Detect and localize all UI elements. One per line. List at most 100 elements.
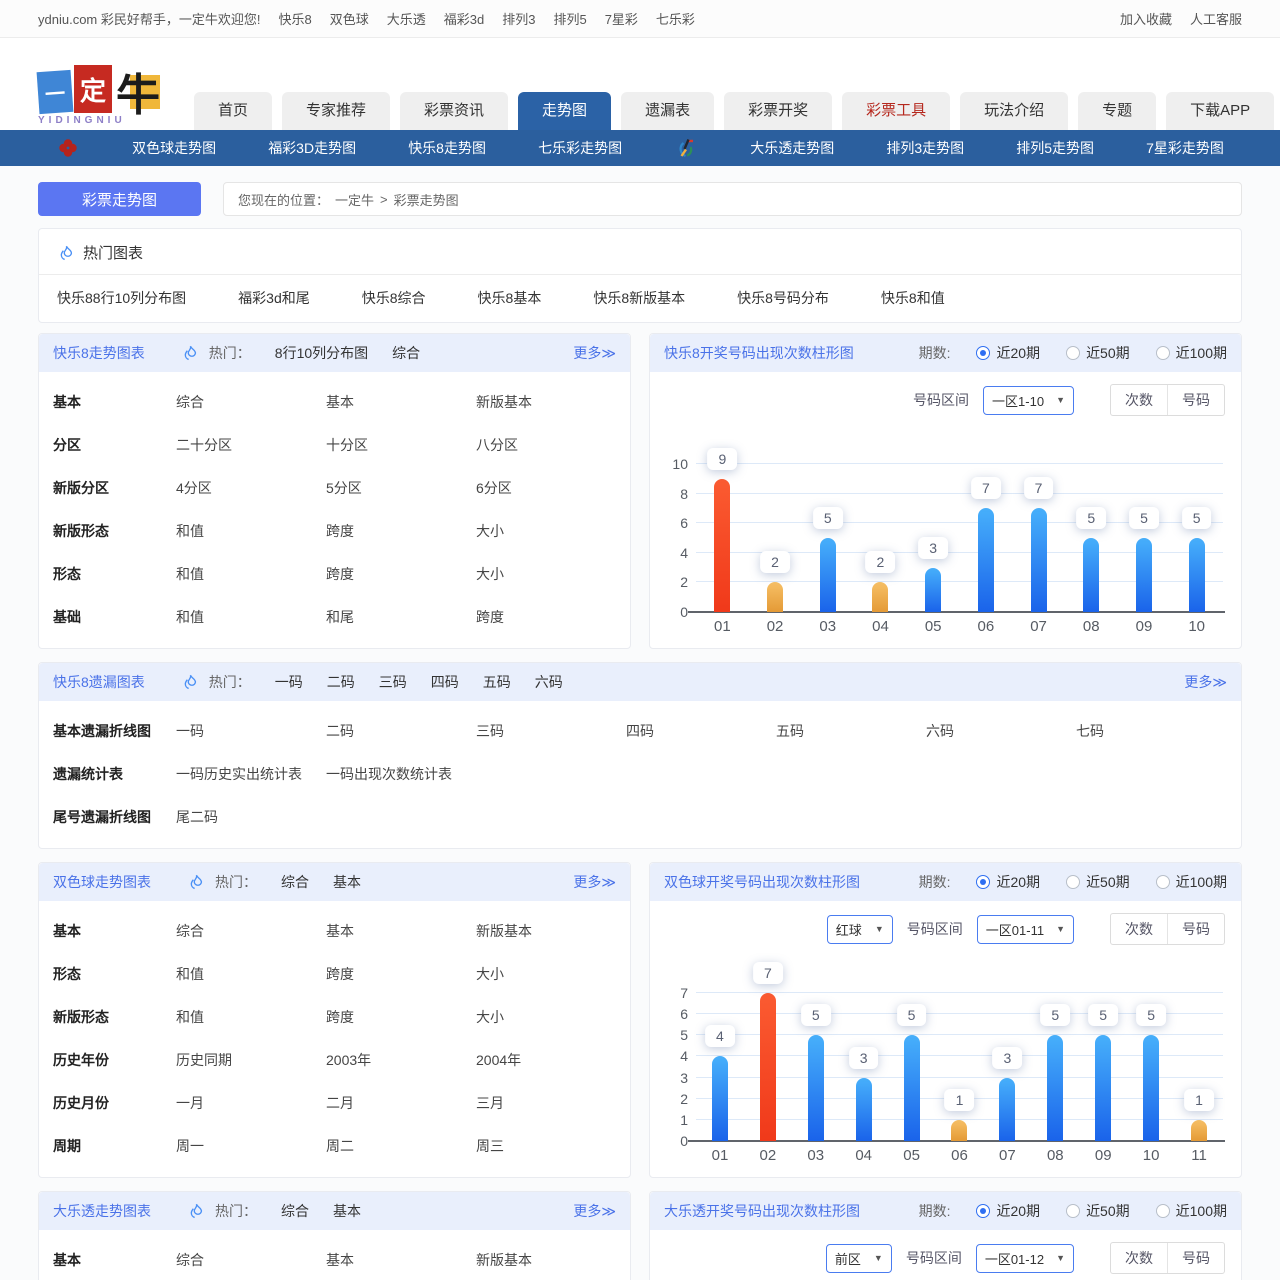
- row-link[interactable]: 五码: [776, 721, 926, 741]
- top-lottery-link[interactable]: 福彩3d: [444, 9, 484, 28]
- breadcrumb-current-link[interactable]: 彩票走势图: [394, 190, 459, 209]
- tab-彩票资讯[interactable]: 彩票资讯: [400, 92, 508, 130]
- row-link[interactable]: 5分区: [326, 478, 476, 498]
- row-link[interactable]: 一月: [176, 1093, 326, 1113]
- row-link[interactable]: 4分区: [176, 478, 326, 498]
- period-radio-近50期[interactable]: 近50期: [1066, 343, 1130, 363]
- hot-chart-link[interactable]: 福彩3d和尾: [238, 288, 310, 308]
- lottery-nav-link[interactable]: 双色球走势图: [132, 138, 216, 158]
- row-link[interactable]: 2003年: [326, 1050, 476, 1070]
- panel-hot-link[interactable]: 综合: [281, 872, 309, 892]
- toggle-号码[interactable]: 号码: [1167, 385, 1224, 415]
- top-lottery-link[interactable]: 7星彩: [605, 9, 638, 28]
- tab-玩法介绍[interactable]: 玩法介绍: [960, 92, 1068, 130]
- hot-chart-link[interactable]: 快乐8基本: [478, 288, 542, 308]
- top-utility-link[interactable]: 加入收藏: [1120, 9, 1172, 28]
- hot-chart-link[interactable]: 快乐8综合: [362, 288, 426, 308]
- row-link[interactable]: 综合: [176, 921, 326, 941]
- row-link[interactable]: 六码: [926, 721, 1076, 741]
- panel-title-link[interactable]: 大乐透走势图表: [53, 1201, 151, 1221]
- lottery-nav-link[interactable]: 快乐8走势图: [408, 138, 486, 158]
- tab-下载APP[interactable]: 下载APP: [1166, 92, 1274, 130]
- tab-走势图[interactable]: 走势图: [518, 92, 611, 130]
- top-lottery-link[interactable]: 排列3: [502, 9, 535, 28]
- row-link[interactable]: 八分区: [476, 435, 626, 455]
- more-link[interactable]: 更多≫: [573, 343, 616, 363]
- row-link[interactable]: 2004年: [476, 1050, 626, 1070]
- row-link[interactable]: 跨度: [326, 521, 476, 541]
- period-radio-近20期[interactable]: 近20期: [976, 1201, 1040, 1221]
- row-link[interactable]: 四码: [626, 721, 776, 741]
- top-lottery-link[interactable]: 快乐8: [278, 9, 311, 28]
- row-link[interactable]: 大小: [476, 1007, 626, 1027]
- row-link[interactable]: 历史同期: [176, 1050, 326, 1070]
- row-link[interactable]: 和值: [176, 964, 326, 984]
- row-link[interactable]: 三码: [476, 721, 626, 741]
- toggle-次数[interactable]: 次数: [1111, 1243, 1167, 1273]
- top-utility-link[interactable]: 人工客服: [1190, 9, 1242, 28]
- row-link[interactable]: 和值: [176, 1007, 326, 1027]
- panel-title-link[interactable]: 快乐8遗漏图表: [53, 672, 145, 692]
- panel-title-link[interactable]: 双色球走势图表: [53, 872, 151, 892]
- row-link[interactable]: 二月: [326, 1093, 476, 1113]
- site-logo[interactable]: 一 定 牛 YIDINGNIU: [38, 61, 160, 126]
- period-radio-近50期[interactable]: 近50期: [1066, 872, 1130, 892]
- row-link[interactable]: 三月: [476, 1093, 626, 1113]
- row-link[interactable]: 新版基本: [476, 392, 626, 412]
- row-link[interactable]: 大小: [476, 521, 626, 541]
- period-radio-近20期[interactable]: 近20期: [976, 872, 1040, 892]
- row-link[interactable]: 一码出现次数统计表: [326, 764, 476, 784]
- top-lottery-link[interactable]: 双色球: [330, 9, 369, 28]
- hot-chart-link[interactable]: 快乐8新版基本: [593, 288, 685, 308]
- panel-hot-link[interactable]: 一码: [275, 672, 303, 692]
- row-link[interactable]: 跨度: [476, 607, 626, 627]
- lottery-nav-link[interactable]: 7星彩走势图: [1146, 138, 1224, 158]
- period-radio-近100期[interactable]: 近100期: [1156, 872, 1227, 892]
- range-select[interactable]: 一区01-12▼: [976, 1244, 1074, 1273]
- toggle-次数[interactable]: 次数: [1111, 914, 1167, 944]
- tab-专题[interactable]: 专题: [1078, 92, 1156, 130]
- row-link[interactable]: 跨度: [326, 964, 476, 984]
- row-link[interactable]: 和尾: [326, 607, 476, 627]
- ball-select[interactable]: 前区▼: [826, 1244, 892, 1273]
- row-link[interactable]: 二十分区: [176, 435, 326, 455]
- row-link[interactable]: 七码: [1076, 721, 1226, 741]
- ball-select[interactable]: 红球▼: [827, 915, 893, 944]
- lottery-nav-link[interactable]: 七乐彩走势图: [538, 138, 622, 158]
- row-link[interactable]: 尾二码: [176, 807, 326, 827]
- hot-chart-link[interactable]: 快乐88行10列分布图: [57, 288, 186, 308]
- row-link[interactable]: 二码: [326, 721, 476, 741]
- row-link[interactable]: 新版基本: [476, 921, 626, 941]
- row-link[interactable]: 跨度: [326, 1007, 476, 1027]
- row-link[interactable]: 周三: [476, 1136, 626, 1156]
- panel-hot-link[interactable]: 四码: [431, 672, 459, 692]
- period-radio-近50期[interactable]: 近50期: [1066, 1201, 1130, 1221]
- row-link[interactable]: 综合: [176, 1250, 326, 1270]
- toggle-次数[interactable]: 次数: [1111, 385, 1167, 415]
- row-link[interactable]: 基本: [326, 921, 476, 941]
- row-link[interactable]: 一码历史实出统计表: [176, 764, 326, 784]
- range-select[interactable]: 一区01-11▼: [977, 915, 1074, 944]
- panel-hot-link[interactable]: 8行10列分布图: [275, 343, 368, 363]
- top-lottery-link[interactable]: 大乐透: [387, 9, 426, 28]
- row-link[interactable]: 新版基本: [476, 1250, 626, 1270]
- more-link[interactable]: 更多≫: [1184, 672, 1227, 692]
- period-radio-近20期[interactable]: 近20期: [976, 343, 1040, 363]
- panel-hot-link[interactable]: 综合: [392, 343, 420, 363]
- row-link[interactable]: 一码: [176, 721, 326, 741]
- hot-chart-link[interactable]: 快乐8和值: [881, 288, 945, 308]
- panel-hot-link[interactable]: 基本: [333, 1201, 361, 1221]
- top-lottery-link[interactable]: 排列5: [553, 9, 586, 28]
- panel-title-link[interactable]: 快乐8走势图表: [53, 343, 145, 363]
- trend-chart-button[interactable]: 彩票走势图: [38, 182, 201, 216]
- row-link[interactable]: 跨度: [326, 564, 476, 584]
- range-select[interactable]: 一区1-10▼: [983, 386, 1074, 415]
- lottery-nav-link[interactable]: 排列3走势图: [886, 138, 964, 158]
- row-link[interactable]: 和值: [176, 564, 326, 584]
- panel-hot-link[interactable]: 基本: [333, 872, 361, 892]
- row-link[interactable]: 大小: [476, 964, 626, 984]
- tab-彩票工具[interactable]: 彩票工具: [842, 92, 950, 130]
- row-link[interactable]: 周一: [176, 1136, 326, 1156]
- row-link[interactable]: 基本: [326, 1250, 476, 1270]
- panel-hot-link[interactable]: 二码: [327, 672, 355, 692]
